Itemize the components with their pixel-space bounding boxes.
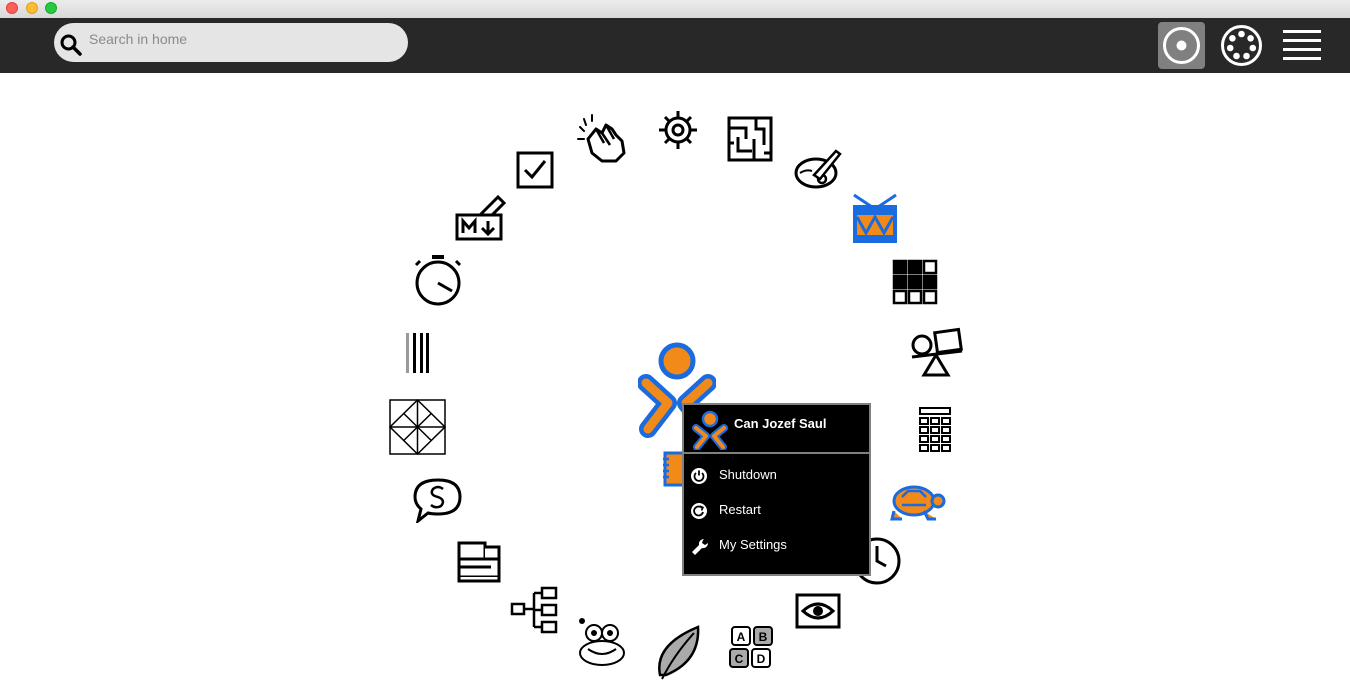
- user-xo-small-icon: [692, 410, 728, 455]
- wrench-icon: [692, 538, 709, 555]
- neighborhood-view-button[interactable]: [1218, 22, 1265, 69]
- palette-header: Can Jozef Saul: [684, 405, 869, 454]
- restart-menu-item[interactable]: Restart: [684, 495, 869, 525]
- user-name: Can Jozef Saul: [734, 416, 827, 431]
- home-activity-ring: AB CD Can Jozef Saul Shutdown Restart My …: [0, 73, 1350, 699]
- eye-icon[interactable]: [795, 593, 841, 629]
- shutdown-label: Shutdown: [719, 467, 777, 482]
- svg-text:D: D: [757, 652, 766, 666]
- list-view-icon: [1283, 30, 1321, 60]
- shutdown-menu-item[interactable]: Shutdown: [684, 460, 869, 490]
- my-settings-menu-item[interactable]: My Settings: [684, 530, 869, 560]
- search-input[interactable]: [87, 27, 391, 51]
- my-settings-label: My Settings: [719, 537, 787, 552]
- tree-diagram-icon[interactable]: [510, 586, 560, 634]
- svg-text:B: B: [759, 630, 768, 644]
- home-toolbar: [0, 18, 1350, 73]
- zoom-window-button[interactable]: [45, 2, 57, 14]
- svg-text:C: C: [735, 652, 744, 666]
- markdown-icon[interactable]: [454, 191, 506, 243]
- neighborhood-view-icon: [1221, 25, 1262, 66]
- minimize-window-button[interactable]: [26, 2, 38, 14]
- checkbox-icon[interactable]: [516, 151, 554, 189]
- gear-icon[interactable]: [655, 107, 701, 153]
- search-box[interactable]: [54, 23, 408, 62]
- home-view-icon: [1163, 27, 1200, 64]
- frog-icon[interactable]: [574, 615, 630, 669]
- turtle-icon[interactable]: [888, 481, 946, 523]
- restart-icon: [691, 503, 707, 519]
- physics-icon[interactable]: [908, 327, 964, 379]
- close-window-button[interactable]: [6, 2, 18, 14]
- svg-text:A: A: [737, 630, 746, 644]
- maze-icon[interactable]: [726, 115, 774, 163]
- home-view-button[interactable]: [1158, 22, 1205, 69]
- speech-bubble-s-icon[interactable]: [412, 477, 464, 523]
- stopwatch-icon[interactable]: [412, 253, 464, 307]
- restart-label: Restart: [719, 502, 761, 517]
- window-titlebar: [0, 0, 1350, 19]
- search-icon: [60, 34, 82, 56]
- list-view-button[interactable]: [1278, 22, 1325, 69]
- tally-bars-icon[interactable]: [402, 331, 432, 375]
- clapping-hands-icon[interactable]: [576, 113, 630, 165]
- calculator-icon[interactable]: [918, 406, 952, 452]
- paint-palette-icon[interactable]: [792, 145, 844, 195]
- abcd-blocks-icon[interactable]: AB CD: [728, 625, 776, 669]
- power-icon: [691, 468, 707, 484]
- drum-icon[interactable]: [850, 191, 900, 245]
- leaf-icon[interactable]: [654, 625, 702, 681]
- printer-icon[interactable]: [455, 539, 503, 585]
- grid-blocks-icon[interactable]: [892, 259, 938, 305]
- diamond-grid-icon[interactable]: [389, 399, 446, 455]
- user-palette-menu: Can Jozef Saul Shutdown Restart My Setti…: [682, 403, 871, 576]
